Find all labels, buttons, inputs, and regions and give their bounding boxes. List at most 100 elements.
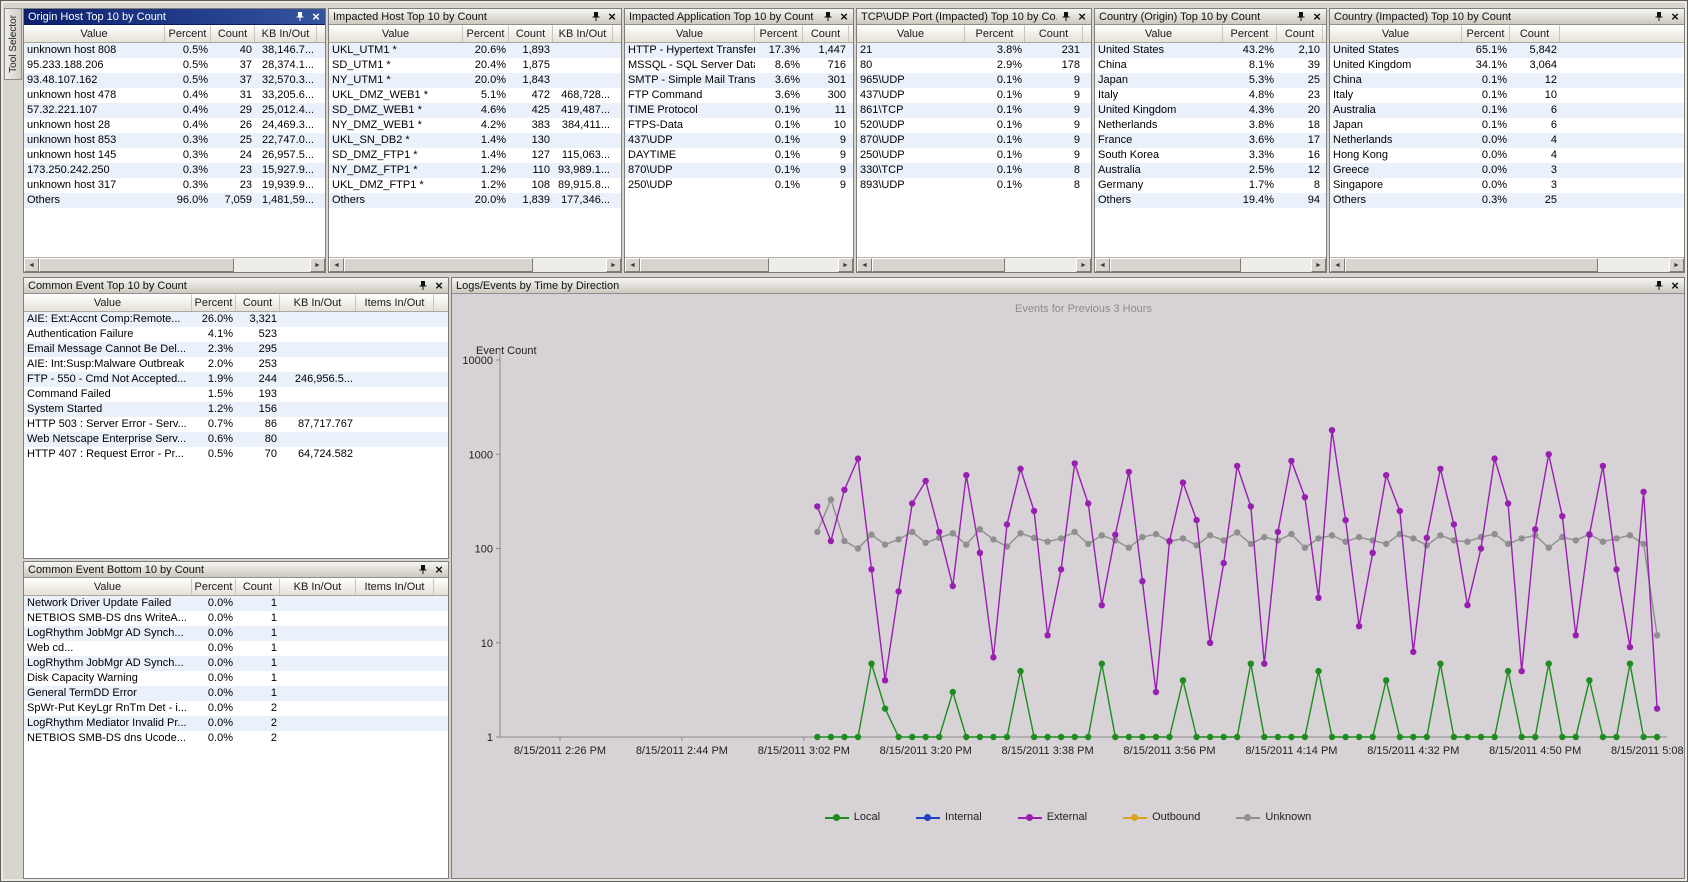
column-header[interactable]: Items In/Out bbox=[356, 294, 434, 311]
column-header[interactable]: Count bbox=[803, 25, 849, 42]
horizontal-scrollbar[interactable]: ◄ ► bbox=[24, 257, 325, 272]
column-header[interactable]: Count bbox=[236, 294, 280, 311]
column-header[interactable]: Percent bbox=[463, 25, 509, 42]
panel-titlebar[interactable]: Logs/Events by Time by Direction × bbox=[452, 278, 1684, 294]
close-icon[interactable]: × bbox=[432, 279, 446, 293]
table-row[interactable]: SpWr-Put KeyLgr RnTm Det - i...0.0%2 bbox=[24, 701, 448, 716]
table-row[interactable]: Email Message Cannot Be Del...2.3%295 bbox=[24, 342, 448, 357]
pin-icon[interactable] bbox=[1652, 10, 1666, 24]
table-row[interactable]: Italy4.8%23 bbox=[1095, 88, 1326, 103]
panel-titlebar[interactable]: Country (Impacted) Top 10 by Count × bbox=[1330, 9, 1684, 25]
column-header[interactable]: Percent bbox=[965, 25, 1025, 42]
scroll-left-button[interactable]: ◄ bbox=[24, 258, 39, 272]
scroll-right-button[interactable]: ► bbox=[606, 258, 621, 272]
table-row[interactable]: Web cd...0.0%1 bbox=[24, 641, 448, 656]
table-row[interactable]: 250\UDP0.1%9 bbox=[857, 148, 1091, 163]
column-header[interactable]: Items In/Out bbox=[356, 578, 434, 595]
table-row[interactable]: Italy0.1%10 bbox=[1330, 88, 1684, 103]
horizontal-scrollbar[interactable]: ◄ ► bbox=[329, 257, 621, 272]
column-header[interactable]: Value bbox=[24, 25, 165, 42]
table-row[interactable]: Others0.3%25 bbox=[1330, 193, 1684, 208]
table-row[interactable]: 213.8%231 bbox=[857, 43, 1091, 58]
column-header[interactable]: Value bbox=[857, 25, 965, 42]
column-header[interactable]: Value bbox=[1330, 25, 1462, 42]
table-row[interactable]: 520\UDP0.1%9 bbox=[857, 118, 1091, 133]
table-row[interactable]: NETBIOS SMB-DS dns Ucode...0.0%2 bbox=[24, 731, 448, 746]
table-row[interactable]: MSSQL - SQL Server Data...8.6%716 bbox=[625, 58, 853, 73]
pin-icon[interactable] bbox=[1059, 10, 1073, 24]
column-header[interactable]: Percent bbox=[165, 25, 211, 42]
table-row[interactable]: Germany1.7%8 bbox=[1095, 178, 1326, 193]
table-row[interactable]: France3.6%17 bbox=[1095, 133, 1326, 148]
table-row[interactable]: 250\UDP0.1%9 bbox=[625, 178, 853, 193]
scrollbar-track[interactable] bbox=[39, 258, 310, 272]
table-row[interactable]: 861\TCP0.1%9 bbox=[857, 103, 1091, 118]
table-row[interactable]: Disk Capacity Warning0.0%1 bbox=[24, 671, 448, 686]
scrollbar-track[interactable] bbox=[640, 258, 838, 272]
table-row[interactable]: 437\UDP0.1%9 bbox=[625, 133, 853, 148]
table-row[interactable]: SD_UTM1 *20.4%1,875 bbox=[329, 58, 621, 73]
tool-selector-tab[interactable]: Tool Selector bbox=[4, 8, 22, 80]
table-row[interactable]: China8.1%39 bbox=[1095, 58, 1326, 73]
table-row[interactable]: Singapore0.0%3 bbox=[1330, 178, 1684, 193]
column-header[interactable]: Value bbox=[24, 294, 192, 311]
scroll-left-button[interactable]: ◄ bbox=[1095, 258, 1110, 272]
column-header[interactable]: Percent bbox=[1462, 25, 1510, 42]
close-icon[interactable]: × bbox=[1668, 279, 1682, 293]
table-row[interactable]: Web Netscape Enterprise Serv...0.6%80 bbox=[24, 432, 448, 447]
table-row[interactable]: FTP - 550 - Cmd Not Accepted...1.9%24424… bbox=[24, 372, 448, 387]
table-row[interactable]: FTP Command3.6%300 bbox=[625, 88, 853, 103]
table-row[interactable]: 330\TCP0.1%8 bbox=[857, 163, 1091, 178]
legend-item-internal[interactable]: Internal bbox=[916, 811, 982, 823]
table-row[interactable]: LogRhythm Mediator Invalid Pr...0.0%2 bbox=[24, 716, 448, 731]
table-row[interactable]: AIE: Ext:Accnt Comp:Remote...26.0%3,321 bbox=[24, 312, 448, 327]
close-icon[interactable]: × bbox=[1668, 10, 1682, 24]
column-header[interactable]: Value bbox=[1095, 25, 1223, 42]
close-icon[interactable]: × bbox=[605, 10, 619, 24]
scroll-left-button[interactable]: ◄ bbox=[857, 258, 872, 272]
column-header[interactable]: Count bbox=[509, 25, 553, 42]
table-row[interactable]: South Korea3.3%16 bbox=[1095, 148, 1326, 163]
panel-titlebar[interactable]: Common Event Bottom 10 by Count × bbox=[24, 562, 448, 578]
column-header[interactable]: Count bbox=[211, 25, 255, 42]
table-row[interactable]: Japan5.3%25 bbox=[1095, 73, 1326, 88]
table-row[interactable]: NY_DMZ_FTP1 *1.2%11093,989.1... bbox=[329, 163, 621, 178]
table-row[interactable]: Netherlands0.0%4 bbox=[1330, 133, 1684, 148]
column-header[interactable]: Percent bbox=[1223, 25, 1277, 42]
column-header[interactable]: Count bbox=[1025, 25, 1083, 42]
legend-item-external[interactable]: External bbox=[1018, 811, 1087, 823]
table-row[interactable]: Others20.0%1,839177,346... bbox=[329, 193, 621, 208]
column-header[interactable]: Count bbox=[1277, 25, 1323, 42]
scroll-left-button[interactable]: ◄ bbox=[625, 258, 640, 272]
table-row[interactable]: NETBIOS SMB-DS dns WriteA...0.0%1 bbox=[24, 611, 448, 626]
table-row[interactable]: UKL_UTM1 *20.6%1,893 bbox=[329, 43, 621, 58]
table-row[interactable]: United Kingdom34.1%3,064 bbox=[1330, 58, 1684, 73]
table-row[interactable]: 93.48.107.1620.5%3732,570.3... bbox=[24, 73, 325, 88]
table-row[interactable]: HTTP 407 : Request Error - Pr...0.5%7064… bbox=[24, 447, 448, 462]
table-row[interactable]: NY_DMZ_WEB1 *4.2%383384,411... bbox=[329, 118, 621, 133]
table-row[interactable]: 870\UDP0.1%9 bbox=[625, 163, 853, 178]
column-header[interactable]: KB In/Out bbox=[255, 25, 317, 42]
table-row[interactable]: United States43.2%2,10 bbox=[1095, 43, 1326, 58]
table-row[interactable]: Others96.0%7,0591,481,59... bbox=[24, 193, 325, 208]
table-row[interactable]: NY_UTM1 *20.0%1,843 bbox=[329, 73, 621, 88]
table-row[interactable]: DAYTIME0.1%9 bbox=[625, 148, 853, 163]
scroll-right-button[interactable]: ► bbox=[310, 258, 325, 272]
pin-icon[interactable] bbox=[1294, 10, 1308, 24]
legend-item-local[interactable]: Local bbox=[825, 811, 880, 823]
table-row[interactable]: TIME Protocol0.1%11 bbox=[625, 103, 853, 118]
panel-titlebar[interactable]: Impacted Application Top 10 by Count × bbox=[625, 9, 853, 25]
table-row[interactable]: LogRhythm JobMgr AD Synch...0.0%1 bbox=[24, 656, 448, 671]
close-icon[interactable]: × bbox=[432, 563, 446, 577]
table-row[interactable]: 893\UDP0.1%8 bbox=[857, 178, 1091, 193]
table-row[interactable]: AIE: Int:Susp:Malware Outbreak2.0%253 bbox=[24, 357, 448, 372]
table-row[interactable]: Authentication Failure4.1%523 bbox=[24, 327, 448, 342]
table-row[interactable]: HTTP - Hypertext Transfer...17.3%1,447 bbox=[625, 43, 853, 58]
column-header[interactable]: Value bbox=[329, 25, 463, 42]
pin-icon[interactable] bbox=[821, 10, 835, 24]
table-row[interactable]: unknown host 280.4%2624,469.3... bbox=[24, 118, 325, 133]
table-row[interactable]: Japan0.1%6 bbox=[1330, 118, 1684, 133]
horizontal-scrollbar[interactable]: ◄ ► bbox=[1330, 257, 1684, 272]
table-row[interactable]: Others19.4%94 bbox=[1095, 193, 1326, 208]
legend-item-outbound[interactable]: Outbound bbox=[1123, 811, 1200, 823]
